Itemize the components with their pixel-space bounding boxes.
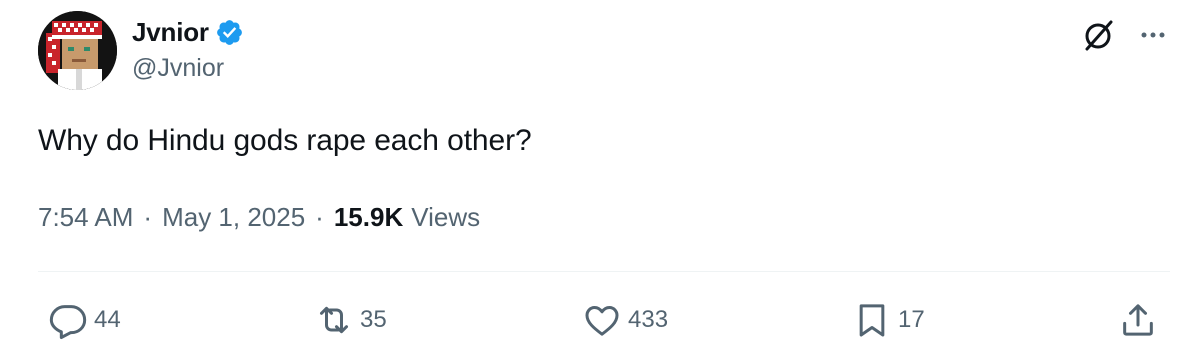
tweet-date[interactable]: May 1, 2025 <box>162 202 305 233</box>
user-handle[interactable]: @Jvnior <box>132 54 244 83</box>
avatar[interactable] <box>38 11 117 90</box>
meta-separator: · <box>143 202 153 232</box>
display-name[interactable]: Jvnior <box>132 17 209 48</box>
divider <box>38 271 1170 272</box>
meta-separator: · <box>315 202 324 232</box>
tweet-text: Why do Hindu gods rape each other? <box>38 124 532 157</box>
repost-button[interactable]: 35 <box>314 300 387 340</box>
tweet-meta: 7:54 AM · May 1, 2025 · 15.9K Views <box>38 202 480 233</box>
reply-count: 44 <box>94 306 121 333</box>
avatar-image <box>38 11 117 90</box>
like-count: 433 <box>628 306 669 333</box>
bookmark-icon <box>859 304 885 337</box>
reply-icon <box>49 305 87 339</box>
views-label: Views <box>411 202 481 232</box>
author-block: Jvnior @Jvnior <box>132 14 244 83</box>
tweet-actions: 44 35 433 17 <box>0 300 1198 344</box>
more-icon[interactable] <box>1138 20 1168 50</box>
views-count: 15.9K <box>333 202 404 232</box>
tweet-time[interactable]: 7:54 AM <box>38 202 133 233</box>
tweet-top-actions <box>1082 18 1168 52</box>
like-button[interactable]: 433 <box>582 300 668 340</box>
bookmark-button[interactable]: 17 <box>852 300 925 340</box>
share-button[interactable] <box>1118 300 1158 340</box>
repost-icon <box>320 306 348 334</box>
verified-badge-icon <box>215 18 244 47</box>
bookmark-count: 17 <box>898 306 925 333</box>
like-icon <box>585 306 619 336</box>
reply-button[interactable]: 44 <box>48 300 121 340</box>
repost-count: 35 <box>360 306 387 333</box>
share-icon <box>1123 304 1153 336</box>
grok-icon[interactable] <box>1082 18 1116 52</box>
